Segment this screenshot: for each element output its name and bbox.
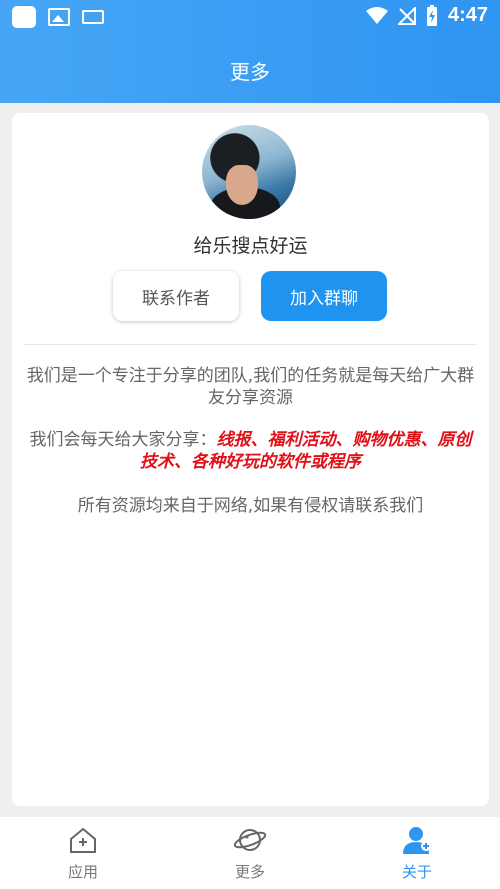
profile-name: 给乐搜点好运 xyxy=(193,235,308,257)
share-text: 我们会每天给大家分享：线报、福利活动、购物优惠、原创技术、各种好玩的软件或程序 xyxy=(22,429,479,473)
user-icon xyxy=(403,827,431,854)
planet-icon xyxy=(233,829,267,851)
bottom-tab-bar: 应用 更多 关于 xyxy=(0,817,500,889)
share-prefix: 我们会每天给大家分享： xyxy=(29,430,217,450)
clock-text: 4:47 xyxy=(447,4,488,26)
battery-charging-icon xyxy=(426,4,437,26)
intro-text: 我们是一个专注于分享的团队,我们的任务就是每天给广大群友分享资源 xyxy=(26,366,475,408)
tab-about[interactable]: 关于 xyxy=(357,825,477,882)
tab-more[interactable]: 更多 xyxy=(190,825,310,882)
app-header: 4:47 更多 xyxy=(0,0,500,103)
tab-apps-label: 应用 xyxy=(67,863,98,881)
wifi-icon xyxy=(365,6,388,24)
join-group-button[interactable]: 加入群聊 xyxy=(261,271,387,321)
avatar xyxy=(202,125,296,219)
tab-apps[interactable]: 应用 xyxy=(23,825,143,882)
keyboard-icon xyxy=(82,10,104,24)
status-bar: 4:47 xyxy=(0,0,500,34)
divider xyxy=(24,344,477,345)
image-notification-icon xyxy=(48,8,70,26)
notification-app-icon xyxy=(12,6,36,28)
home-plus-icon xyxy=(70,827,96,853)
tab-about-label: 关于 xyxy=(401,863,432,881)
copyright-text: 所有资源均来自于网络,如果有侵权请联系我们 xyxy=(77,496,424,516)
about-card: 给乐搜点好运 联系作者 加入群聊 我们是一个专注于分享的团队,我们的任务就是每天… xyxy=(12,113,489,806)
no-signal-icon xyxy=(397,6,416,25)
page-title: 更多 xyxy=(230,60,270,84)
tab-more-label: 更多 xyxy=(234,863,265,881)
contact-author-button[interactable]: 联系作者 xyxy=(113,271,239,321)
